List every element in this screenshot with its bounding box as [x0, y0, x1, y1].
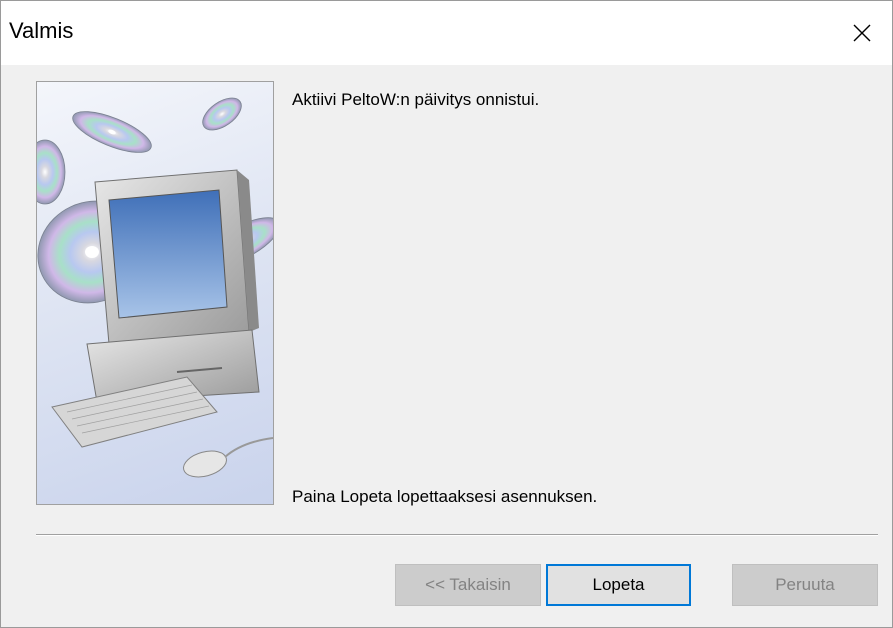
finish-instruction: Paina Lopeta lopettaaksesi asennuksen.	[292, 487, 598, 506]
separator-line	[36, 534, 878, 536]
installer-dialog: Valmis Aktiivi PeltoW:n päivitys onnistu…	[0, 0, 893, 628]
back-button[interactable]: << Takaisin	[395, 564, 541, 606]
close-icon	[853, 24, 871, 42]
finish-button[interactable]: Lopeta	[546, 564, 691, 606]
success-message: Aktiivi PeltoW:n päivitys onnistui.	[292, 90, 540, 109]
title-bar: Valmis	[1, 1, 892, 65]
window-title: Valmis	[9, 18, 74, 43]
cancel-button[interactable]: Peruuta	[732, 564, 878, 606]
computer-with-cds-illustration	[36, 81, 274, 505]
close-button[interactable]	[832, 1, 892, 65]
